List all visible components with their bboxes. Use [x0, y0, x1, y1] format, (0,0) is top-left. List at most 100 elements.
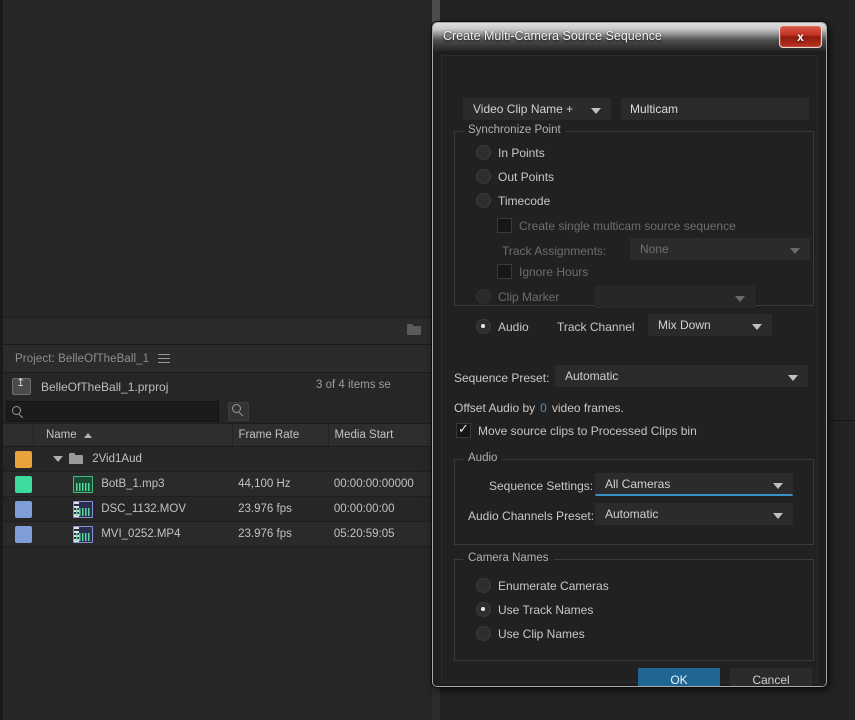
- radio-use-track-names-indicator: [476, 602, 491, 617]
- checkbox-move-source-clips-indicator: [456, 421, 471, 438]
- checkbox-ignore-hours[interactable]: Ignore Hours: [497, 264, 588, 279]
- row-color-swatch: [3, 447, 45, 471]
- radio-audio-label: Audio: [498, 319, 529, 334]
- sequence-preset-value: Automatic: [565, 369, 619, 383]
- radio-audio[interactable]: Audio: [476, 319, 529, 334]
- synchronize-point-title: Synchronize Point: [463, 124, 566, 136]
- naming-preset-value: Video Clip Name +: [473, 102, 574, 116]
- row-color-swatch: [3, 472, 45, 496]
- row-color-swatch: [3, 497, 45, 521]
- checkbox-create-single-multicam[interactable]: Create single multicam source sequence: [497, 218, 736, 233]
- dialog-titlebar[interactable]: Create Multi-Camera Source Sequence x: [433, 23, 826, 51]
- sequence-name-field[interactable]: Multicam: [621, 98, 809, 120]
- source-monitor-footer: [3, 317, 432, 344]
- radio-use-track-names[interactable]: Use Track Names: [476, 602, 593, 617]
- row-frame-rate: 23.976 fps: [238, 528, 292, 540]
- row-name-label: DSC_1132.MOV: [101, 503, 186, 515]
- dialog-inner-panel: Video Clip Name + Multicam Synchronize P…: [441, 55, 818, 686]
- camera-names-title: Camera Names: [463, 552, 554, 564]
- create-multicam-dialog: Create Multi-Camera Source Sequence x Vi…: [432, 22, 827, 687]
- folder-icon[interactable]: [407, 324, 422, 336]
- offset-audio-prefix: Offset Audio by: [454, 401, 536, 415]
- clip-marker-dropdown[interactable]: [595, 286, 755, 308]
- radio-out-points-indicator: [476, 169, 491, 184]
- column-header-frame-rate[interactable]: Frame Rate: [231, 424, 328, 446]
- chevron-down-icon[interactable]: [53, 456, 64, 462]
- radio-clip-marker[interactable]: Clip Marker: [476, 289, 559, 304]
- search-input-field[interactable]: [28, 404, 218, 419]
- row-frame-rate: 44,100 Hz: [238, 478, 291, 490]
- dialog-title: Create Multi-Camera Source Sequence: [443, 29, 662, 43]
- radio-timecode[interactable]: Timecode: [476, 193, 550, 208]
- source-monitor-panel: [3, 0, 432, 345]
- radio-audio-indicator: [476, 319, 491, 334]
- checkbox-create-single-multicam-label: Create single multicam source sequence: [519, 218, 736, 233]
- chevron-down-icon: [735, 296, 745, 302]
- sequence-preset-dropdown[interactable]: Automatic: [555, 365, 808, 387]
- radio-enumerate-cameras[interactable]: Enumerate Cameras: [476, 578, 609, 593]
- hamburger-menu-icon[interactable]: [158, 354, 171, 363]
- go-to-parent-bin-icon[interactable]: [12, 376, 31, 395]
- table-row[interactable]: MVI_0252.MP4 23.976 fps 05:20:59:05: [3, 522, 432, 547]
- track-channel-label: Track Channel: [557, 320, 635, 334]
- radio-timecode-label: Timecode: [498, 193, 551, 208]
- radio-in-points-indicator: [476, 145, 491, 160]
- row-frame-rate: 23.976 fps: [238, 503, 292, 515]
- ascending-sort-caret: [83, 432, 92, 438]
- row-media-start: [328, 447, 432, 471]
- checkbox-ignore-hours-indicator: [497, 264, 512, 279]
- radio-clip-marker-label: Clip Marker: [498, 289, 560, 304]
- row-name-label: MVI_0252.MP4: [101, 528, 181, 540]
- chevron-down-icon: [773, 513, 783, 519]
- checkbox-create-single-multicam-indicator: [497, 218, 512, 233]
- audio-settings-title: Audio: [463, 452, 503, 464]
- radio-clip-marker-indicator: [476, 289, 491, 304]
- project-file-name: BelleOfTheBall_1.prproj: [41, 379, 169, 394]
- radio-in-points[interactable]: In Points: [476, 145, 545, 160]
- search-icon: [11, 405, 25, 419]
- radio-use-track-names-label: Use Track Names: [498, 602, 594, 617]
- naming-preset-dropdown[interactable]: Video Clip Name +: [463, 98, 611, 120]
- radio-out-points[interactable]: Out Points: [476, 169, 554, 184]
- track-assignments-dropdown[interactable]: None: [630, 238, 810, 260]
- track-assignments-value: None: [640, 242, 669, 256]
- audio-sequence-settings-dropdown[interactable]: All Cameras: [595, 473, 793, 496]
- row-name-cell: BotB_1.mp3: [45, 472, 232, 496]
- radio-in-points-label: In Points: [498, 145, 545, 160]
- column-header-media-start[interactable]: Media Start: [327, 424, 432, 446]
- radio-use-clip-names-label: Use Clip Names: [498, 626, 585, 641]
- radio-use-clip-names[interactable]: Use Clip Names: [476, 626, 585, 641]
- row-media-start: 00:00:00:00000: [333, 478, 414, 490]
- offset-audio-row: Offset Audio by 0 video frames.: [454, 401, 624, 415]
- close-icon[interactable]: x: [779, 25, 822, 48]
- row-name-cell: 2Vid1Aud: [45, 447, 232, 471]
- swatch-color: [15, 450, 32, 468]
- table-row[interactable]: 2Vid1Aud: [3, 447, 432, 472]
- audio-settings-group: Audio: [454, 452, 814, 545]
- chevron-down-icon: [788, 375, 798, 381]
- row-frame-rate: [232, 447, 328, 471]
- track-channel-dropdown[interactable]: Mix Down: [648, 314, 772, 336]
- row-name-label: BotB_1.mp3: [101, 478, 165, 490]
- track-assignments-label: Track Assignments:: [502, 244, 607, 258]
- column-header-name[interactable]: Name: [32, 424, 232, 446]
- app-root: Project: BelleOfTheBall_1 BelleOfTheBall…: [0, 0, 855, 720]
- swatch-color: [15, 475, 32, 493]
- ok-button[interactable]: OK: [638, 668, 720, 686]
- audio-channels-preset-label: Audio Channels Preset:: [468, 509, 595, 523]
- column-header-frame-rate-label: Frame Rate: [238, 429, 300, 441]
- audio-channels-preset-dropdown[interactable]: Automatic: [595, 503, 793, 525]
- cancel-button[interactable]: Cancel: [730, 668, 812, 686]
- offset-audio-value[interactable]: 0: [540, 401, 547, 415]
- row-name-label: 2Vid1Aud: [92, 453, 142, 465]
- radio-timecode-indicator: [476, 193, 491, 208]
- table-row[interactable]: BotB_1.mp3 44,100 Hz 00:00:00:00000: [3, 472, 432, 497]
- column-header-swatch[interactable]: [3, 424, 33, 446]
- search-input[interactable]: [6, 401, 219, 422]
- checkbox-move-source-clips[interactable]: Move source clips to Processed Clips bin: [456, 421, 697, 438]
- swatch-color: [15, 525, 32, 543]
- project-tab-label[interactable]: Project: BelleOfTheBall_1: [15, 353, 149, 365]
- table-row[interactable]: DSC_1132.MOV 23.976 fps 00:00:00:00: [3, 497, 432, 522]
- find-button[interactable]: [228, 402, 249, 421]
- video-clip-icon: [73, 500, 94, 518]
